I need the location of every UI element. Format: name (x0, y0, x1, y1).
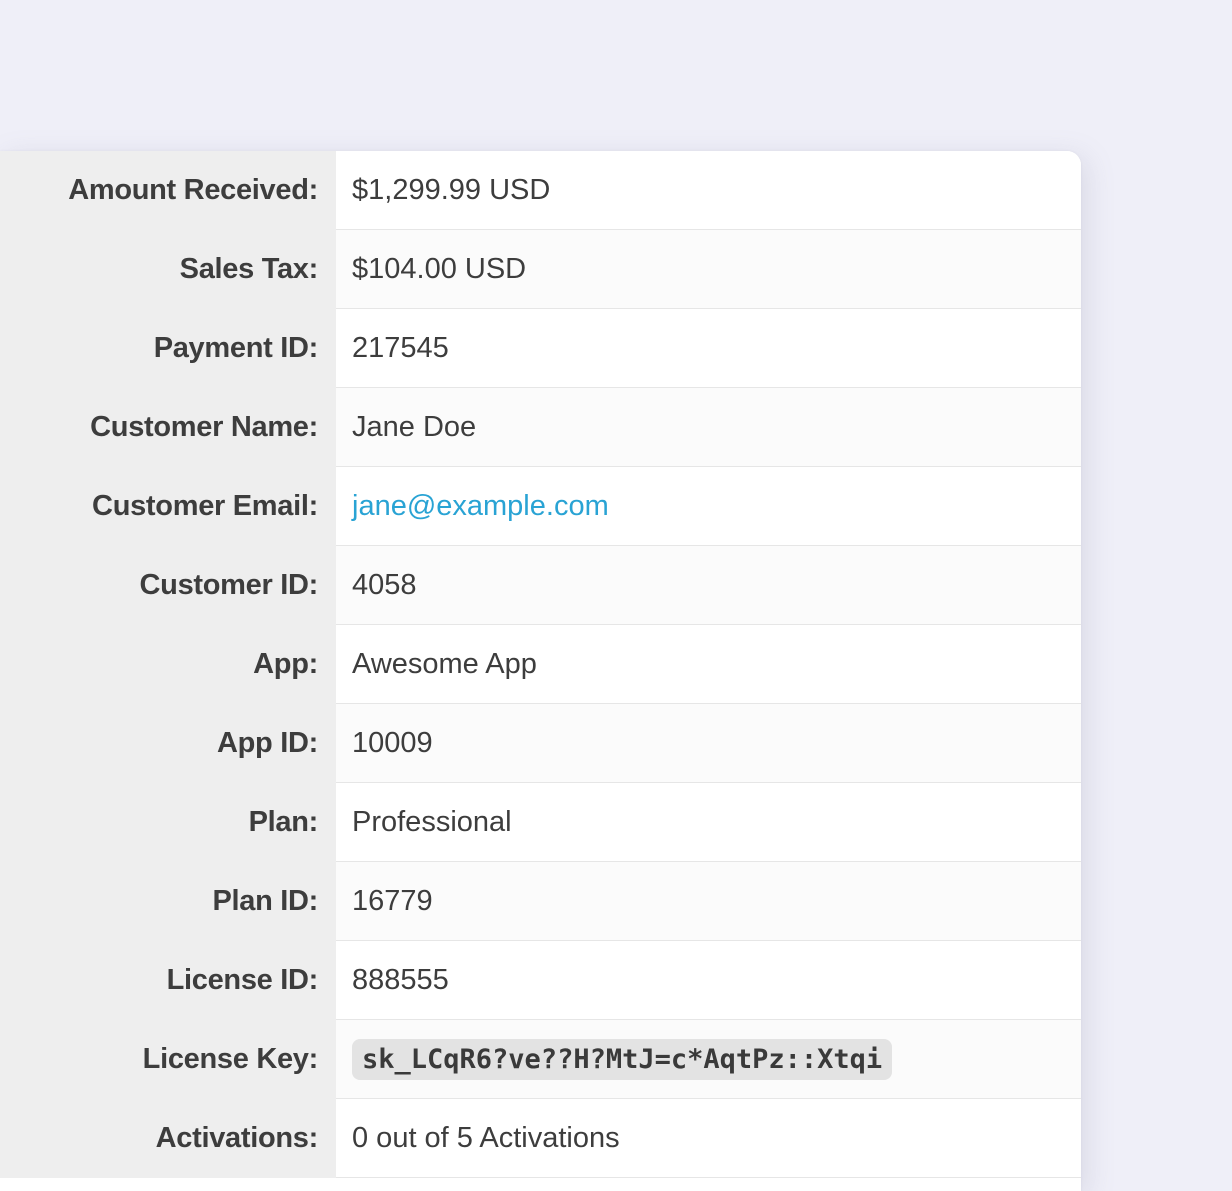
row-sales-tax: Sales Tax: $104.00 USD (0, 230, 1081, 309)
payment-id-value: 217545 (336, 309, 1081, 388)
row-app-id: App ID: 10009 (0, 704, 1081, 783)
row-payment-id: Payment ID: 217545 (0, 309, 1081, 388)
customer-id-label: Customer ID: (0, 546, 336, 625)
plan-id-label: Plan ID: (0, 862, 336, 941)
activations-value: 0 out of 5 Activations (336, 1099, 1081, 1178)
license-key-value[interactable]: sk_LCqR6?ve??H?MtJ=c*AqtPz::Xtqi (352, 1038, 893, 1080)
plan-label: Plan: (0, 783, 336, 862)
row-activations: Activations: 0 out of 5 Activations (0, 1099, 1081, 1178)
amount-received-value: $1,299.99 USD (336, 151, 1081, 230)
license-key-label: License Key: (0, 1020, 336, 1099)
customer-email-label: Customer Email: (0, 467, 336, 546)
row-plan: Plan: Professional (0, 783, 1081, 862)
license-id-value: 888555 (336, 941, 1081, 1020)
customer-name-label: Customer Name: (0, 388, 336, 467)
row-customer-id: Customer ID: 4058 (0, 546, 1081, 625)
customer-id-value: 4058 (336, 546, 1081, 625)
app-id-label: App ID: (0, 704, 336, 783)
amount-received-label: Amount Received: (0, 151, 336, 230)
license-key-cell: sk_LCqR6?ve??H?MtJ=c*AqtPz::Xtqi (336, 1020, 1081, 1099)
customer-name-value: Jane Doe (336, 388, 1081, 467)
app-id-value: 10009 (336, 704, 1081, 783)
app-value: Awesome App (336, 625, 1081, 704)
sales-tax-value: $104.00 USD (336, 230, 1081, 309)
sales-tax-label: Sales Tax: (0, 230, 336, 309)
customer-email-link[interactable]: jane@example.com (352, 490, 609, 523)
row-customer-name: Customer Name: Jane Doe (0, 388, 1081, 467)
activations-label: Activations: (0, 1099, 336, 1178)
plan-value: Professional (336, 783, 1081, 862)
plan-id-value: 16779 (336, 862, 1081, 941)
payment-details-card: Amount Received: $1,299.99 USD Sales Tax… (0, 151, 1081, 1191)
row-customer-email: Customer Email: jane@example.com (0, 467, 1081, 546)
app-label: App: (0, 625, 336, 704)
row-license-key: License Key: sk_LCqR6?ve??H?MtJ=c*AqtPz:… (0, 1020, 1081, 1099)
license-id-label: License ID: (0, 941, 336, 1020)
row-plan-id: Plan ID: 16779 (0, 862, 1081, 941)
row-amount-received: Amount Received: $1,299.99 USD (0, 151, 1081, 230)
payment-id-label: Payment ID: (0, 309, 336, 388)
row-app: App: Awesome App (0, 625, 1081, 704)
customer-email-cell: jane@example.com (336, 467, 1081, 546)
row-license-id: License ID: 888555 (0, 941, 1081, 1020)
